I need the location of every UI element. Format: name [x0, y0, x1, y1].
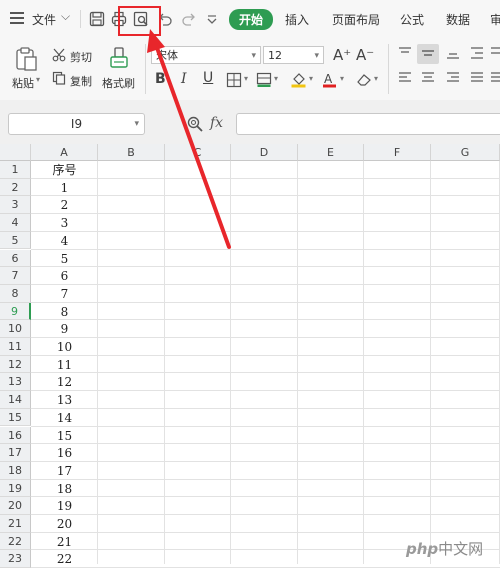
annotation-arrow	[147, 29, 231, 249]
watermark: php中文网	[406, 538, 483, 559]
watermark-brand: php	[406, 540, 439, 558]
watermark-site: 中文网	[438, 540, 484, 558]
